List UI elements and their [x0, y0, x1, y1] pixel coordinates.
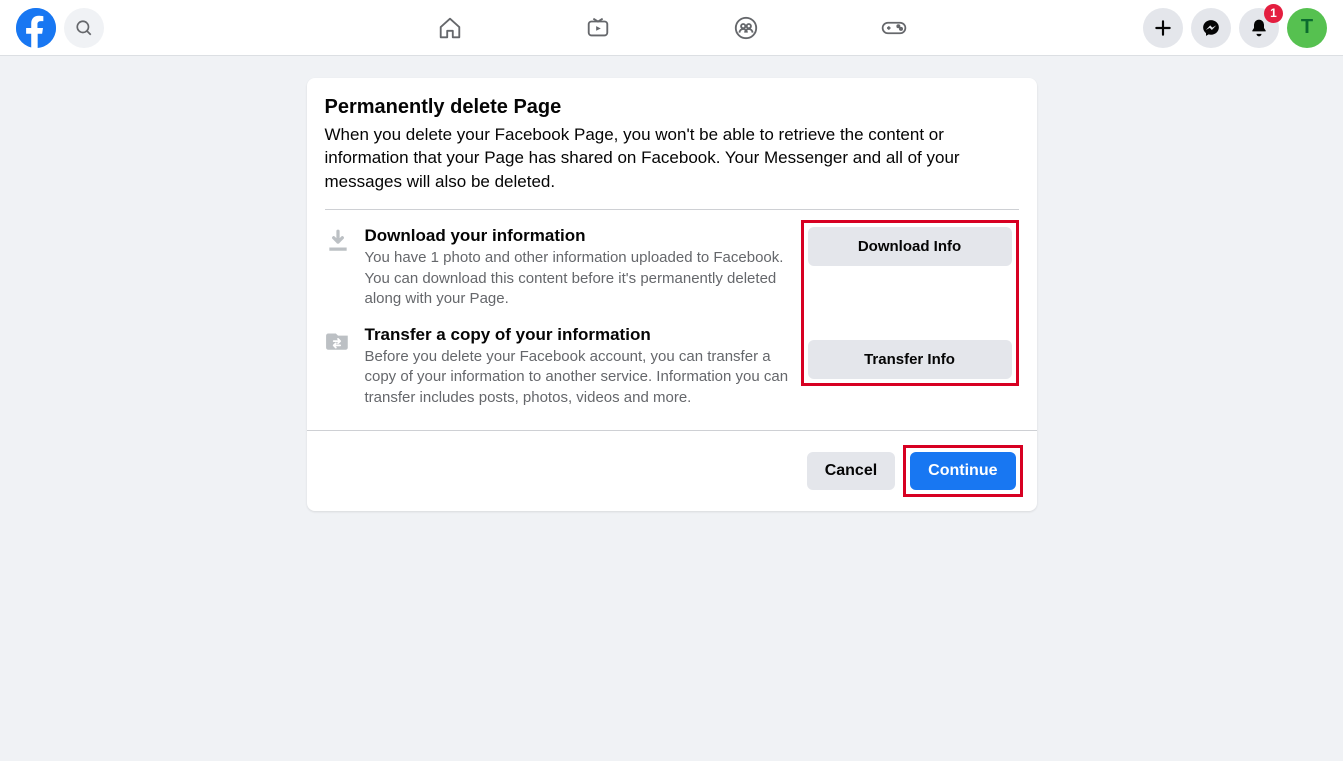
nav-tab-watch[interactable]: [538, 2, 658, 54]
transfer-icon: [325, 325, 351, 358]
option-download-info: Download your information You have 1 pho…: [325, 210, 801, 309]
option-download-description: You have 1 photo and other information u…: [365, 248, 789, 309]
groups-icon: [733, 15, 759, 41]
nav-center: [380, 2, 964, 54]
facebook-logo-icon: [16, 8, 56, 48]
messenger-icon: [1201, 18, 1221, 38]
notification-badge: 1: [1264, 4, 1283, 23]
account-avatar[interactable]: T: [1287, 8, 1327, 48]
dialog-description: When you delete your Facebook Page, you …: [325, 123, 1019, 193]
nav-tab-groups[interactable]: [686, 2, 806, 54]
messenger-button[interactable]: [1191, 8, 1231, 48]
dialog-footer: Cancel Continue: [307, 430, 1037, 511]
nav-right: 1 T: [1143, 8, 1327, 48]
notifications-button[interactable]: 1: [1239, 8, 1279, 48]
create-button[interactable]: [1143, 8, 1183, 48]
search-button[interactable]: [64, 8, 104, 48]
gaming-icon: [880, 15, 908, 41]
option-download-text: Download your information You have 1 pho…: [365, 226, 801, 309]
top-navigation: 1 T: [0, 0, 1343, 56]
continue-button[interactable]: Continue: [910, 452, 1015, 490]
option-transfer-description: Before you delete your Facebook account,…: [365, 347, 789, 408]
search-icon: [75, 19, 93, 37]
facebook-logo[interactable]: [16, 8, 56, 48]
option-transfer-text: Transfer a copy of your information Befo…: [365, 325, 801, 408]
option-download-title: Download your information: [365, 226, 789, 246]
option-transfer-title: Transfer a copy of your information: [365, 325, 789, 345]
nav-tab-gaming[interactable]: [834, 2, 954, 54]
watch-icon: [585, 15, 611, 41]
nav-tab-home[interactable]: [390, 2, 510, 54]
dialog-body: Permanently delete Page When you delete …: [307, 78, 1037, 412]
home-icon: [437, 15, 463, 41]
transfer-info-button[interactable]: Transfer Info: [808, 340, 1012, 379]
dialog-title: Permanently delete Page: [325, 96, 1019, 119]
action-buttons-highlight: Download Info Transfer Info: [801, 220, 1019, 386]
cancel-button[interactable]: Cancel: [807, 452, 895, 490]
plus-icon: [1153, 18, 1173, 38]
download-info-button[interactable]: Download Info: [808, 227, 1012, 266]
delete-page-dialog: Permanently delete Page When you delete …: [307, 78, 1037, 511]
download-icon: [325, 226, 351, 259]
nav-left: [16, 8, 104, 48]
option-transfer-info: Transfer a copy of your information Befo…: [325, 309, 801, 408]
bell-icon: [1249, 18, 1269, 38]
continue-highlight: Continue: [903, 445, 1022, 497]
